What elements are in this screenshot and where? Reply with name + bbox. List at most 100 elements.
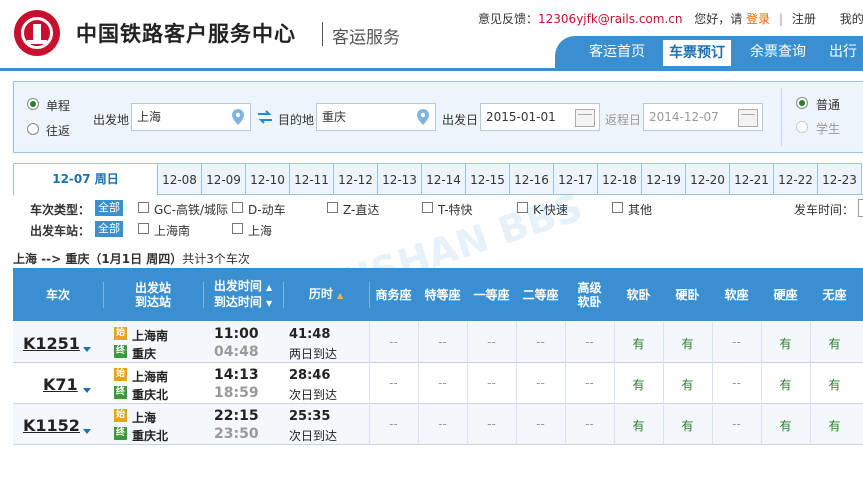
seat-first-class: -- — [487, 417, 496, 431]
from-station: 上海 — [132, 411, 157, 425]
type-other-checkbox[interactable] — [612, 202, 623, 213]
chevron-down-icon[interactable] — [83, 347, 91, 352]
depart-time: 22:15 — [214, 408, 259, 424]
station-shanghainan-checkbox[interactable] — [138, 223, 149, 234]
depart-time-select[interactable] — [858, 199, 863, 217]
from-station-input[interactable]: 上海 — [131, 103, 251, 131]
date-tab[interactable]: 12-12 — [334, 163, 378, 195]
col-soft-sleeper: 软卧 — [626, 287, 651, 302]
to-station-input[interactable]: 重庆 — [316, 103, 436, 131]
col-first-class: 一等座 — [473, 287, 510, 302]
link-separator: | — [778, 12, 784, 26]
round-trip-radio[interactable] — [27, 123, 39, 135]
train-type-label: 车次类型： — [30, 203, 91, 217]
train-type-all-button[interactable]: 全部 — [95, 200, 123, 216]
calendar-icon[interactable] — [738, 109, 758, 127]
greeting-text: 您好，请 — [694, 12, 743, 26]
col-hard-sleeper: 硬卧 — [675, 287, 700, 302]
station-shanghainan-label: 上海南 — [154, 224, 191, 238]
type-k-label: K-快速 — [533, 203, 568, 217]
date-tab[interactable]: 12-13 — [378, 163, 422, 195]
type-gc-label: GC-高铁/城际 — [154, 203, 229, 217]
train-number-link[interactable]: K1152 — [23, 416, 80, 435]
table-row[interactable]: K1152 始 上海 终 重庆北 22:15 23:50 25:35 次日到达 … — [13, 404, 863, 445]
seat-business: -- — [389, 376, 398, 390]
date-tab[interactable]: 12-19 — [642, 163, 686, 195]
duration: 25:35 — [289, 409, 331, 424]
my-account-link[interactable]: 我的 — [840, 12, 863, 26]
seat-second-class: -- — [536, 376, 545, 390]
to-station: 重庆北 — [132, 388, 169, 402]
date-tab[interactable]: 12-08 — [158, 163, 202, 195]
date-tab[interactable]: 12-22 — [774, 163, 818, 195]
date-tab[interactable]: 12-10 — [246, 163, 290, 195]
date-tab[interactable]: 12-09 — [202, 163, 246, 195]
col-times[interactable]: 出发时间 ▲ 到达时间 ▼ — [203, 268, 283, 321]
table-row[interactable]: K1251 始 上海南 终 重庆 11:00 04:48 41:48 两日到达 … — [13, 322, 863, 363]
nav-ticket-booking[interactable]: 车票预订 — [663, 40, 731, 66]
date-tab[interactable]: 12-23 — [818, 163, 862, 195]
date-tab[interactable]: 12-15 — [466, 163, 510, 195]
date-tab[interactable]: 12-21 — [730, 163, 774, 195]
nav-travel[interactable]: 出行 — [829, 36, 857, 68]
type-k-checkbox[interactable] — [517, 202, 528, 213]
to-label: 目的地 — [278, 113, 315, 127]
depart-date-input[interactable]: 2015-01-01 — [480, 103, 600, 131]
register-link[interactable]: 注册 — [792, 12, 816, 26]
type-t-checkbox[interactable] — [422, 202, 433, 213]
calendar-icon[interactable] — [575, 109, 595, 127]
date-tab[interactable]: 12-11 — [290, 163, 334, 195]
date-tab[interactable]: 12-14 — [422, 163, 466, 195]
duration: 28:46 — [289, 368, 331, 383]
ticket-normal-radio[interactable] — [796, 97, 808, 109]
col-train: 车次 — [45, 287, 70, 302]
station-all-button[interactable]: 全部 — [95, 221, 123, 237]
date-tab[interactable]: 12-17 — [554, 163, 598, 195]
login-link[interactable]: 登录 — [746, 12, 770, 26]
train-number-link[interactable]: K71 — [43, 375, 78, 394]
seat-second-class: -- — [536, 335, 545, 349]
nav-remaining-tickets[interactable]: 余票查询 — [750, 36, 806, 68]
date-tab[interactable]: 12-16 — [510, 163, 554, 195]
train-count: 共计3个车次 — [182, 252, 250, 266]
single-trip-radio[interactable] — [27, 98, 39, 110]
type-z-label: Z-直达 — [343, 203, 380, 217]
col-duration[interactable]: 历时 ▲ — [283, 268, 369, 321]
from-station-value: 上海 — [137, 110, 162, 124]
feedback-email-link[interactable]: 12306yjfk@rails.com.cn — [538, 12, 682, 26]
search-divider — [781, 88, 782, 146]
seat-premium: -- — [438, 417, 447, 431]
railway-logo-icon[interactable] — [14, 10, 60, 56]
train-number-link[interactable]: K1251 — [23, 334, 80, 353]
end-station-icon: 终 — [114, 345, 127, 358]
site-header: 中国铁路客户服务中心 客运服务 意见反馈：12306yjfk@rails.com… — [0, 0, 863, 70]
date-tab[interactable]: 12-18 — [598, 163, 642, 195]
swap-stations-icon[interactable] — [257, 110, 273, 124]
route-text: 上海 --> 重庆（1月1日 周四） — [13, 252, 183, 266]
date-tabs: 12-07 周日 12-08 12-09 12-10 12-11 12-12 1… — [13, 163, 863, 195]
table-row[interactable]: K71 始 上海南 终 重庆北 14:13 18:59 28:46 次日到达 -… — [13, 363, 863, 404]
station-shanghai-checkbox[interactable] — [232, 223, 243, 234]
arrive-time: 23:50 — [214, 426, 259, 442]
ticket-student-radio[interactable] — [796, 121, 808, 133]
type-z-checkbox[interactable] — [327, 202, 338, 213]
station-label: 出发车站： — [30, 224, 91, 238]
results-table-header: 车次 出发站 到达站 出发时间 ▲ 到达时间 ▼ 历时 ▲ 商务座 特等座 一等座 … — [13, 268, 863, 321]
chevron-down-icon[interactable] — [83, 388, 91, 393]
seat-no-seat: 有 — [828, 378, 841, 392]
date-tab-selected[interactable]: 12-07 周日 — [13, 163, 158, 195]
station-shanghai-label: 上海 — [248, 224, 273, 238]
feedback-label: 意见反馈： — [478, 12, 539, 26]
seat-hard-sleeper: 有 — [681, 337, 694, 351]
ticket-student-label: 学生 — [816, 122, 841, 136]
type-gc-checkbox[interactable] — [138, 202, 149, 213]
results-summary: 上海 --> 重庆（1月1日 周四）共计3个车次 — [13, 250, 250, 267]
nav-home[interactable]: 客运首页 — [589, 36, 645, 68]
col-business-seat: 商务座 — [375, 287, 412, 302]
seat-second-class: -- — [536, 417, 545, 431]
chevron-down-icon[interactable] — [83, 429, 91, 434]
return-date-input[interactable]: 2014-12-07 — [643, 103, 763, 131]
arrive-time: 04:48 — [214, 344, 259, 360]
type-d-checkbox[interactable] — [232, 202, 243, 213]
date-tab[interactable]: 12-20 — [686, 163, 730, 195]
